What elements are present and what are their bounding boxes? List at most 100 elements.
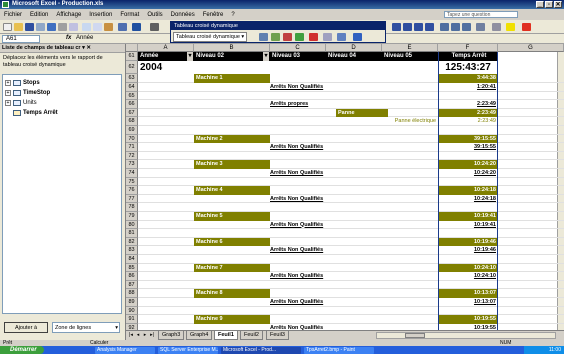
level5-value[interactable]: 2:23:49 [438, 117, 498, 126]
field-item-temps-arret[interactable]: Temps Arrêt [13, 109, 58, 117]
pivot-header-cell[interactable]: Niveau 03 [270, 52, 326, 61]
merge-icon[interactable] [425, 23, 434, 31]
first-sheet-icon[interactable]: |◂ [128, 332, 134, 339]
row-header[interactable]: 77 [126, 194, 138, 204]
field-item-stops[interactable]: + Stops [5, 79, 40, 87]
expand-icon[interactable]: + [5, 100, 11, 106]
spreadsheet-grid[interactable]: A B C D E F G 61 Année ▾ Niveau 02 ▾ Niveau 0… [126, 44, 564, 330]
level5-label[interactable]: Panne électrique [382, 117, 438, 126]
scroll-thumb[interactable] [405, 333, 425, 338]
column-header-a[interactable]: A [138, 44, 194, 52]
font-color-icon[interactable] [522, 23, 531, 31]
align-left-icon[interactable] [392, 23, 401, 31]
level3-value[interactable]: 2:23:49 [438, 100, 498, 109]
row-header[interactable]: 85 [126, 263, 138, 273]
row-header[interactable]: 90 [126, 306, 138, 316]
copy-icon[interactable] [93, 23, 102, 31]
include-hidden-icon[interactable] [323, 33, 332, 41]
row-header[interactable]: 66 [126, 100, 138, 109]
column-header-b[interactable]: B [194, 44, 270, 52]
select-all-corner[interactable] [126, 44, 138, 52]
prev-sheet-icon[interactable]: ◂ [135, 332, 141, 339]
add-to-button[interactable]: Ajouter à [4, 322, 48, 333]
pivot-header-cell[interactable]: Niveau 04 [326, 52, 382, 61]
cut-icon[interactable] [82, 23, 91, 31]
start-button[interactable]: Démarrer [0, 346, 44, 354]
pivot-header-cell[interactable]: Niveau 05 [382, 52, 438, 61]
machine-total[interactable]: 10:24:18 [438, 186, 498, 195]
level3-label[interactable]: Arrêts Non Qualifiés [270, 221, 350, 230]
open-icon[interactable] [14, 23, 23, 31]
new-icon[interactable] [3, 23, 12, 31]
row-header[interactable]: 86 [126, 272, 138, 281]
year-cell[interactable]: 2004 [140, 61, 190, 75]
grand-total-cell[interactable]: 125:43:27 [438, 61, 498, 75]
row-header[interactable]: 68 [126, 117, 138, 126]
horizontal-scrollbar[interactable] [376, 332, 556, 339]
field-item-timestop[interactable]: + TimeStop [5, 89, 50, 97]
menu-fichier[interactable]: Fichier [4, 12, 22, 18]
level3-label[interactable]: Arrêts propres [270, 100, 350, 109]
minimize-button[interactable]: _ [536, 1, 544, 8]
row-header[interactable]: 72 [126, 151, 138, 161]
align-right-icon[interactable] [414, 23, 423, 31]
menu-edition[interactable]: Edition [30, 12, 48, 18]
save-icon[interactable] [25, 23, 34, 31]
pivot-header-cell[interactable]: Temps Arrêt [438, 52, 498, 61]
row-header[interactable]: 63 [126, 74, 138, 83]
expand-icon[interactable]: + [5, 90, 11, 96]
autosum-icon[interactable] [132, 23, 141, 31]
menu-outils[interactable]: Outils [147, 12, 162, 18]
row-header[interactable]: 70 [126, 134, 138, 144]
sheet-tab-graph4[interactable]: Graph4 [186, 331, 213, 340]
machine-label[interactable]: Machine 2 [194, 134, 270, 144]
comma-icon[interactable] [462, 23, 471, 31]
decimal-icon[interactable] [476, 23, 485, 31]
field-list-icon[interactable] [353, 33, 362, 41]
level3-label[interactable]: Arrêts Non Qualifiés [270, 195, 350, 204]
name-box[interactable]: A61 [2, 35, 40, 43]
row-header[interactable]: 71 [126, 143, 138, 152]
row-header[interactable]: 75 [126, 177, 138, 187]
fill-color-icon[interactable] [506, 23, 515, 31]
machine-total[interactable]: 10:19:41 [438, 211, 498, 221]
machine-label[interactable]: Machine 3 [194, 160, 270, 169]
row-header[interactable]: 78 [126, 203, 138, 212]
percent-icon[interactable] [451, 23, 460, 31]
undo-icon[interactable] [118, 23, 127, 31]
row-header[interactable]: 76 [126, 186, 138, 195]
row-header[interactable]: 73 [126, 160, 138, 169]
align-center-icon[interactable] [403, 23, 412, 31]
row-header[interactable]: 80 [126, 220, 138, 230]
level3-value[interactable]: 10:19:46 [438, 246, 498, 255]
field-dropdown-icon[interactable]: ▾ [187, 52, 193, 61]
permission-icon[interactable] [36, 23, 45, 31]
show-detail-icon[interactable] [295, 33, 304, 41]
field-settings-icon[interactable] [337, 33, 346, 41]
borders-icon[interactable] [492, 23, 501, 31]
column-header-f[interactable]: F [438, 44, 498, 52]
row-header[interactable]: 62 [126, 60, 138, 75]
machine-label[interactable]: Machine 1 [194, 74, 270, 83]
menu-insertion[interactable]: Insertion [89, 12, 112, 18]
machine-label[interactable]: Machine 9 [194, 315, 270, 324]
machine-total[interactable]: 10:24:10 [438, 263, 498, 273]
sheet-tab-feuil3[interactable]: Feuil3 [266, 331, 289, 340]
menu-affichage[interactable]: Affichage [56, 12, 81, 18]
task-sql-server[interactable]: SQL Server Enterprise M... [158, 347, 218, 354]
field-dropdown-icon[interactable]: ▾ [263, 52, 269, 61]
sheet-tab-feuil2[interactable]: Feuil2 [240, 331, 263, 340]
level3-label[interactable]: Arrêts Non Qualifiés [270, 83, 350, 92]
next-sheet-icon[interactable]: ▸ [142, 332, 148, 339]
format-report-icon[interactable] [259, 33, 268, 41]
column-header-e[interactable]: E [382, 44, 438, 52]
question-input[interactable]: Tapez une question [444, 11, 518, 18]
level3-value[interactable]: 39:15:55 [438, 143, 498, 152]
row-header[interactable]: 83 [126, 246, 138, 255]
zone-select[interactable]: Zone de lignes ▾ [52, 322, 120, 333]
row-header[interactable]: 81 [126, 229, 138, 238]
machine-total[interactable]: 10:24:20 [438, 160, 498, 169]
machine-total[interactable]: 10:19:46 [438, 237, 498, 247]
machine-total[interactable]: 3:44:38 [438, 74, 498, 83]
machine-total[interactable]: 10:13:07 [438, 289, 498, 298]
